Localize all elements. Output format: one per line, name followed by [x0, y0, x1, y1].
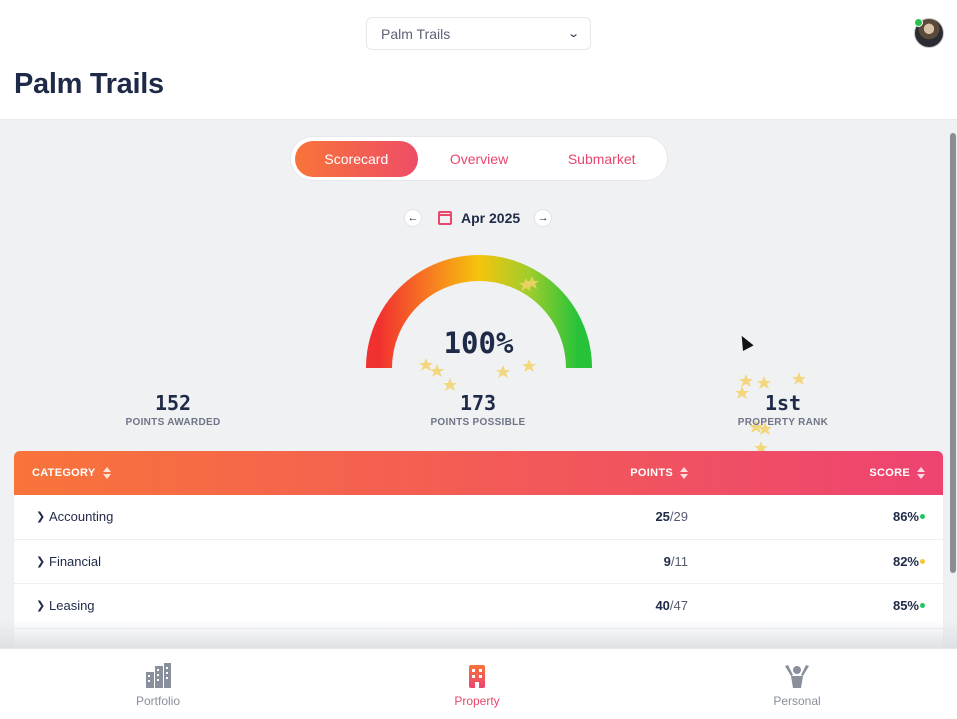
sort-icon	[102, 467, 111, 479]
property-select-value: Palm Trails	[381, 25, 451, 42]
points-possible-label: POINTS POSSIBLE	[430, 417, 526, 428]
nav-personal[interactable]: Personal	[737, 663, 857, 708]
category-name: Leasing	[49, 598, 95, 614]
category-name: Accounting	[49, 509, 114, 525]
stat-points-awarded: 152 POINTS AWARDED	[73, 391, 273, 428]
points-earned: 25	[655, 509, 670, 525]
nav-property-label: Property	[454, 694, 500, 708]
table-header: CATEGORY POINTS SCORE	[14, 451, 943, 495]
bottom-nav: Portfolio Property Personal	[0, 648, 957, 719]
property-rank-value: 1st	[764, 391, 802, 415]
table-row[interactable]: ❯ Financial 9/11 82%	[14, 540, 943, 584]
points-value: 25/29	[655, 509, 688, 524]
star-decoration	[739, 374, 753, 387]
avatar[interactable]	[914, 18, 944, 48]
category-name: Financial	[49, 553, 102, 569]
sort-icon	[917, 467, 925, 479]
points-total: /47	[669, 598, 688, 614]
points-header-label: POINTS	[630, 467, 673, 479]
score-value: 85%	[892, 598, 919, 614]
expand-chevron-icon: ❯	[36, 555, 46, 568]
status-dot	[920, 558, 925, 564]
sort-icon	[680, 467, 688, 479]
tab-scorecard[interactable]: Scorecard	[295, 140, 418, 177]
person-cheer-icon	[785, 665, 809, 688]
main-content: Scorecard Overview Submarket ← Apr 2025 …	[0, 120, 957, 648]
status-dot	[920, 603, 925, 609]
header: Palm Trails ⌄ Palm Trails	[0, 0, 957, 120]
score-header-label: SCORE	[869, 467, 910, 479]
table-row[interactable]: ❯ Accounting 25/29 86%	[14, 495, 943, 540]
points-total: /11	[670, 553, 688, 569]
stat-property-rank: 1st PROPERTY RANK	[683, 391, 883, 428]
category-header-label: CATEGORY	[32, 467, 96, 479]
points-value: 40/47	[655, 598, 688, 613]
prev-month-button[interactable]: ←	[404, 209, 422, 227]
nav-portfolio-label: Portfolio	[135, 694, 181, 708]
calendar-icon	[438, 211, 452, 225]
nav-property[interactable]: Property	[417, 663, 537, 708]
date-navigator: ← Apr 2025 →	[404, 208, 553, 228]
score-value: 82%	[892, 553, 919, 569]
scroll-fade	[0, 620, 957, 648]
status-dot	[920, 514, 925, 520]
points-earned: 40	[655, 598, 670, 614]
scorecard-table: CATEGORY POINTS SCORE ❯ Accounting 25/29…	[14, 451, 943, 648]
expand-chevron-icon: ❯	[36, 600, 46, 613]
page-title: Palm Trails	[14, 68, 164, 100]
date-label: Apr 2025	[461, 210, 521, 226]
building-icon	[469, 665, 485, 688]
star-decoration	[757, 376, 771, 389]
score-value: 86%	[892, 509, 919, 525]
property-rank-label: PROPERTY RANK	[737, 417, 829, 428]
points-column-header[interactable]: POINTS	[630, 467, 688, 479]
buildings-icon	[146, 663, 171, 688]
expand-chevron-icon: ❯	[36, 511, 46, 524]
tab-overview[interactable]: Overview	[418, 141, 541, 177]
stat-points-possible: 173 POINTS POSSIBLE	[378, 391, 578, 428]
points-possible-value: 173	[459, 391, 497, 415]
property-select[interactable]: Palm Trails ⌄	[366, 17, 591, 50]
gauge-percent-label: 100%	[443, 326, 514, 360]
star-decoration	[443, 378, 457, 391]
category-column-header[interactable]: CATEGORY	[32, 467, 111, 479]
nav-personal-label: Personal	[773, 694, 821, 708]
points-total: /29	[669, 509, 688, 525]
chevron-down-icon: ⌄	[566, 28, 580, 40]
points-earned: 9	[663, 553, 671, 569]
score-column-header[interactable]: SCORE	[869, 467, 925, 479]
online-status-dot	[914, 18, 923, 27]
tab-submarket[interactable]: Submarket	[540, 141, 663, 177]
points-awarded-label: POINTS AWARDED	[125, 417, 221, 428]
points-value: 9/11	[664, 554, 688, 569]
next-month-button[interactable]: →	[534, 209, 553, 227]
star-decoration	[792, 372, 806, 385]
points-awarded-value: 152	[154, 391, 192, 415]
nav-portfolio[interactable]: Portfolio	[98, 663, 218, 708]
view-tabs: Scorecard Overview Submarket	[290, 136, 668, 181]
